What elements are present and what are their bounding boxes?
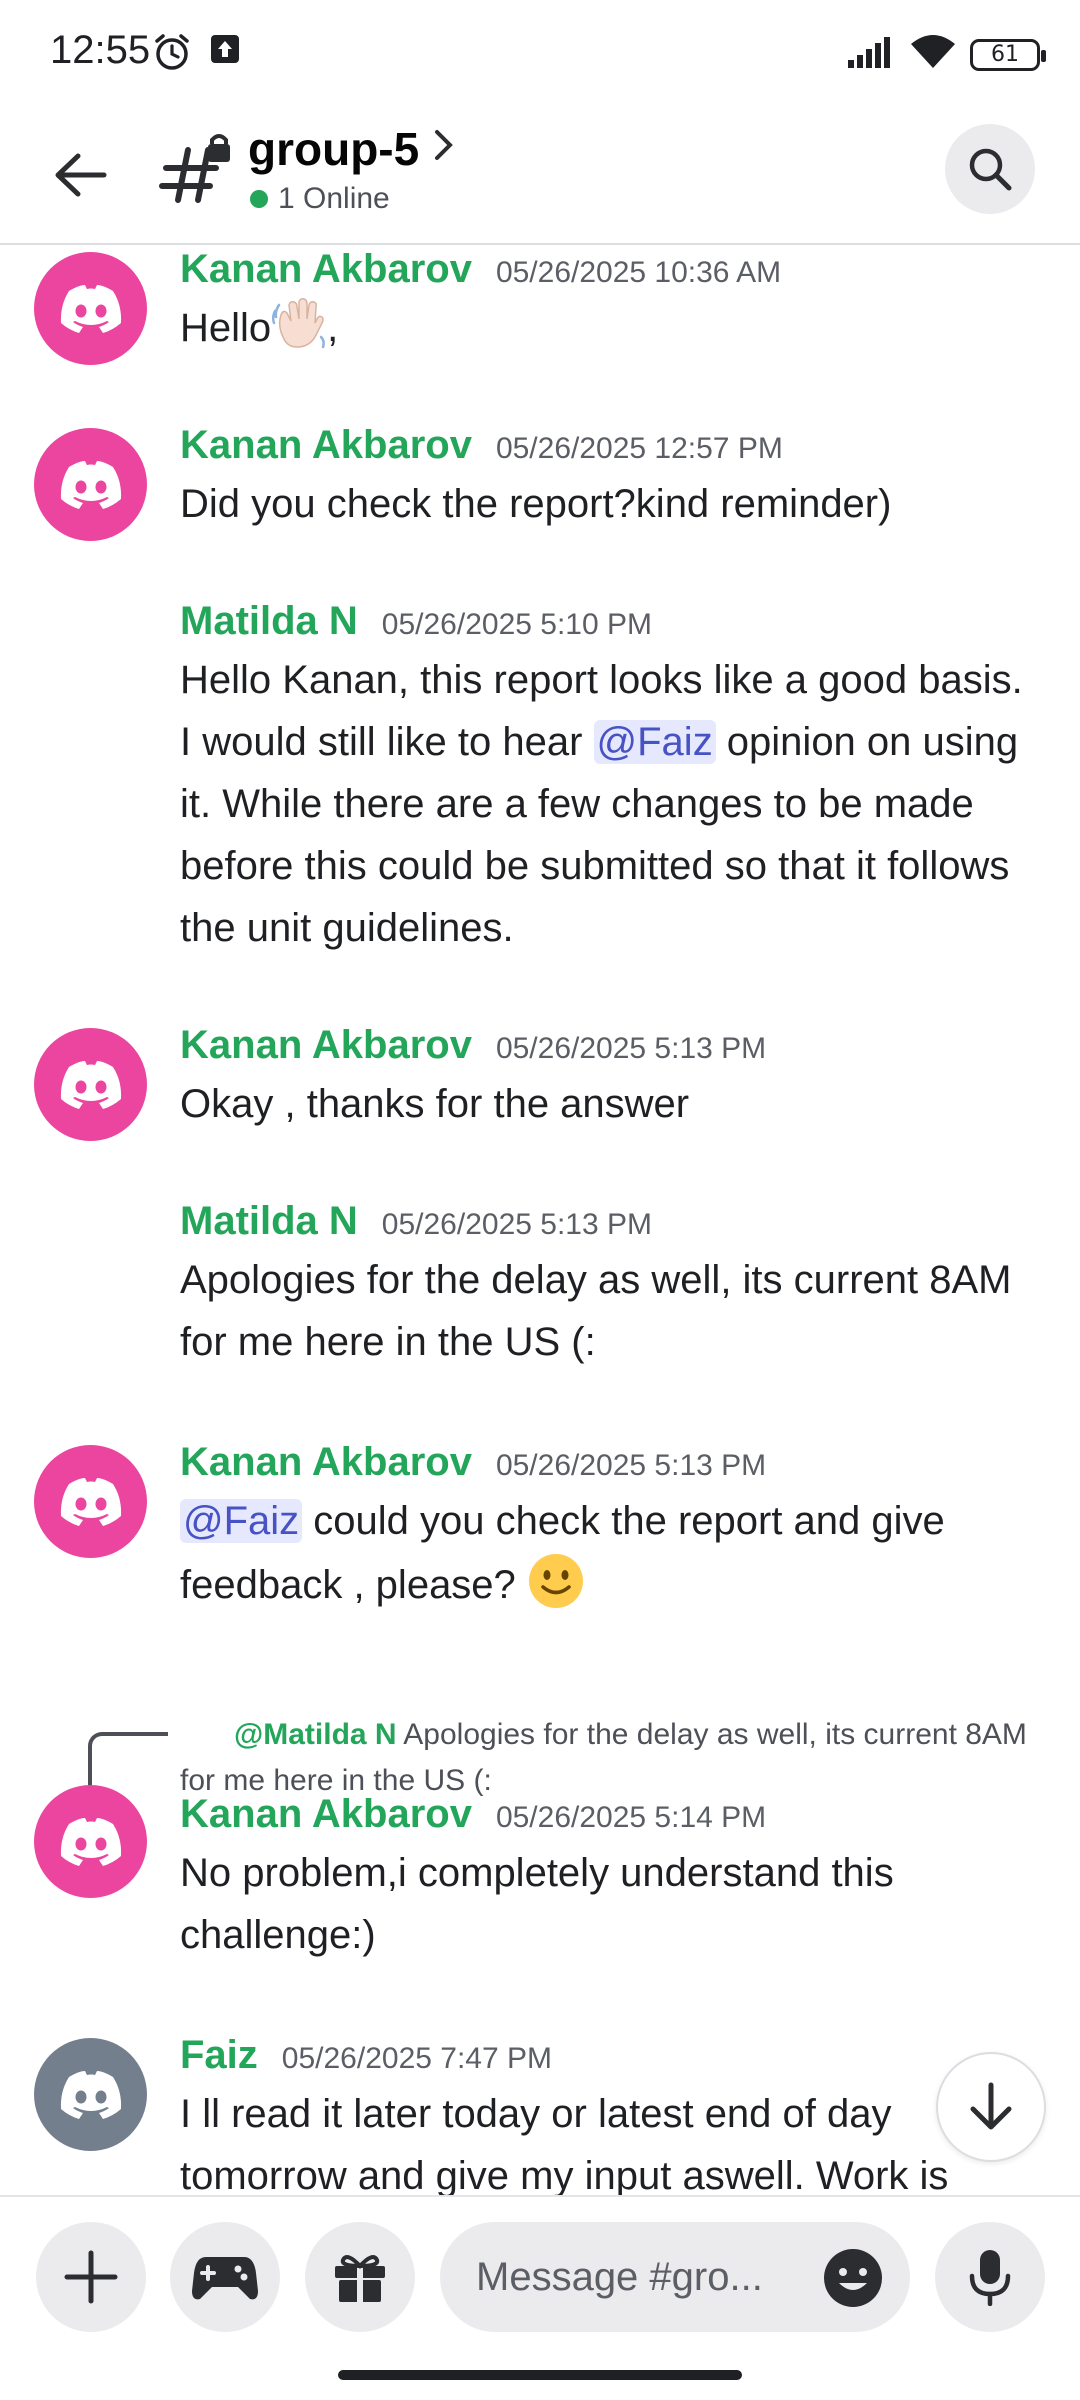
gamepad-icon xyxy=(192,2257,258,2300)
message-header: Kanan Akbarov 05/26/2025 5:13 PM xyxy=(180,1023,766,1068)
signal-icon xyxy=(848,36,896,73)
alarm-icon xyxy=(152,32,192,77)
add-attachment-button[interactable] xyxy=(36,2222,146,2332)
avatar[interactable] xyxy=(34,1445,147,1558)
wifi-icon xyxy=(910,34,956,75)
message-header: Kanan Akbarov 05/26/2025 5:13 PM xyxy=(180,1440,766,1485)
discord-logo-icon xyxy=(60,1477,121,1526)
message-header: Matilda N 05/26/2025 5:13 PM xyxy=(180,1199,652,1244)
message-composer: Message #gro... xyxy=(0,2195,1080,2355)
timestamp: 05/26/2025 5:13 PM xyxy=(495,1449,767,1482)
author-name[interactable]: Matilda N xyxy=(180,1199,358,1244)
message-text: Okay , thanks for the answer xyxy=(180,1082,690,1126)
battery-indicator: 61 xyxy=(970,38,1046,71)
timestamp: 05/26/2025 12:57 PM xyxy=(495,432,783,465)
author-name[interactable]: Kanan Akbarov xyxy=(180,247,472,292)
online-status: 1 Online xyxy=(250,182,390,216)
online-dot-icon xyxy=(250,190,268,208)
slightly-smiling-face-emoji-icon xyxy=(527,1552,585,1610)
author-name[interactable]: Matilda N xyxy=(180,599,358,644)
arrow-down-icon xyxy=(970,2082,1012,2130)
gift-button[interactable] xyxy=(305,2222,415,2332)
activities-button[interactable] xyxy=(170,2222,280,2332)
timestamp: 05/26/2025 5:13 PM xyxy=(495,1032,767,1065)
message-text: Did you check the report?kind reminder) xyxy=(180,482,892,526)
message-header: Matilda N 05/26/2025 5:10 PM xyxy=(180,599,652,644)
channel-name: group-5 xyxy=(248,123,420,175)
avatar[interactable] xyxy=(34,2038,147,2151)
message-text: Hello, xyxy=(180,297,1040,359)
message-header: Kanan Akbarov 05/26/2025 10:36 AM xyxy=(180,247,781,292)
voice-message-button[interactable] xyxy=(935,2222,1045,2332)
status-time: 12:55 xyxy=(50,28,151,72)
user-mention[interactable]: @Faiz xyxy=(180,1499,303,1543)
author-name[interactable]: Kanan Akbarov xyxy=(180,1440,472,1485)
timestamp: 05/26/2025 5:13 PM xyxy=(381,1208,653,1241)
timestamp: 05/26/2025 7:47 PM xyxy=(281,2042,553,2075)
private-channel-icon xyxy=(158,132,238,212)
message-input[interactable]: Message #gro... xyxy=(440,2222,910,2332)
message-header: Kanan Akbarov 05/26/2025 12:57 PM xyxy=(180,423,783,468)
back-button[interactable] xyxy=(40,135,120,215)
home-indicator[interactable] xyxy=(338,2370,742,2380)
message-text: Hello Kanan, this report looks like a go… xyxy=(180,658,1023,950)
timestamp: 05/26/2025 5:10 PM xyxy=(381,608,653,641)
gift-icon xyxy=(335,2255,385,2302)
message-text: Apologies for the delay as well, its cur… xyxy=(180,1258,1012,1364)
discord-logo-icon xyxy=(60,284,121,333)
avatar[interactable] xyxy=(34,1785,147,1898)
reply-preview[interactable]: @Matilda N Apologies for the delay as we… xyxy=(180,1712,1040,1804)
discord-logo-icon xyxy=(60,460,121,509)
upload-notification-icon xyxy=(210,34,240,69)
search-icon xyxy=(969,148,1012,191)
author-name[interactable]: Kanan Akbarov xyxy=(180,1792,472,1837)
message-header: Faiz 05/26/2025 7:47 PM xyxy=(180,2033,552,2078)
discord-logo-icon xyxy=(60,1060,121,1109)
message-text: No problem,i completely understand this … xyxy=(180,1851,894,1957)
message-text: I ll read it later today or latest end o… xyxy=(180,2092,949,2195)
user-mention[interactable]: @Faiz xyxy=(593,720,716,764)
chevron-right-icon xyxy=(433,127,455,172)
emoji-smiley-icon xyxy=(824,2249,882,2307)
avatar[interactable] xyxy=(34,252,147,365)
avatar[interactable] xyxy=(34,1028,147,1141)
waving-hand-emoji-icon xyxy=(271,297,327,349)
message-text: @Faiz could you check the report and giv… xyxy=(180,1490,1040,1616)
author-name[interactable]: Kanan Akbarov xyxy=(180,423,472,468)
timestamp: 05/26/2025 5:14 PM xyxy=(495,1801,767,1834)
timestamp: 05/26/2025 10:36 AM xyxy=(495,256,782,289)
channel-title[interactable]: group-5 xyxy=(248,122,455,176)
online-count: 1 Online xyxy=(278,182,390,215)
author-name[interactable]: Faiz xyxy=(180,2033,258,2078)
status-right: 61 xyxy=(848,34,1046,75)
arrow-left-icon xyxy=(55,153,107,197)
message-list[interactable]: Kanan Akbarov 05/26/2025 10:36 AM Hello,… xyxy=(0,247,1080,2195)
channel-header: group-5 1 Online xyxy=(0,110,1080,245)
emoji-picker-button[interactable] xyxy=(822,2247,884,2309)
avatar[interactable] xyxy=(34,428,147,541)
discord-logo-icon xyxy=(60,2070,121,2119)
jump-to-bottom-button[interactable] xyxy=(936,2052,1046,2162)
microphone-icon xyxy=(969,2250,1011,2306)
status-bar: 12:55 61 xyxy=(0,0,1080,110)
author-name[interactable]: Kanan Akbarov xyxy=(180,1023,472,1068)
reply-author: @Matilda N xyxy=(234,1718,397,1751)
message-input-placeholder: Message #gro... xyxy=(476,2254,763,2299)
plus-icon xyxy=(64,2250,118,2304)
discord-logo-icon xyxy=(60,1817,121,1866)
message-header: Kanan Akbarov 05/26/2025 5:14 PM xyxy=(180,1792,766,1837)
search-button[interactable] xyxy=(945,124,1035,214)
